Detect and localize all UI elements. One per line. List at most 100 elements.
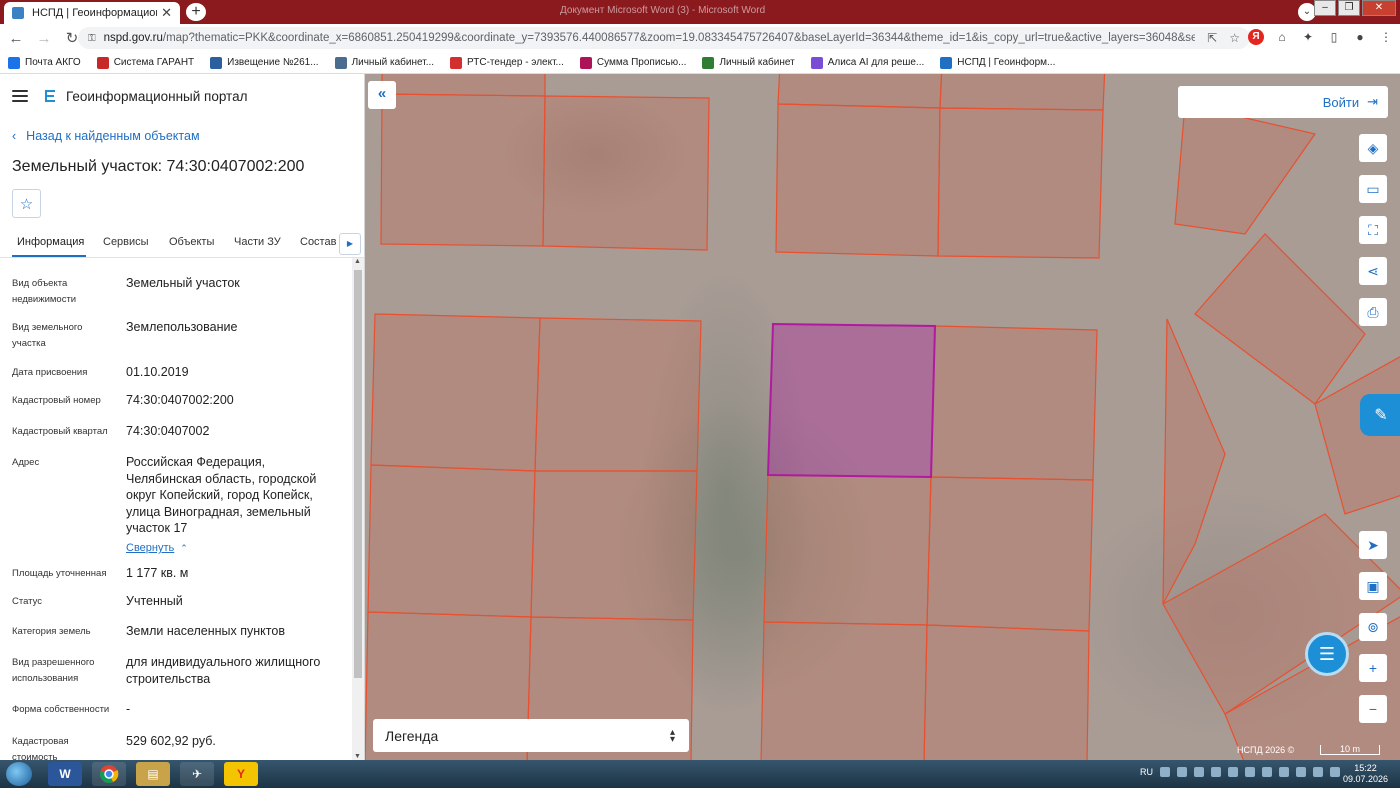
restore-button[interactable]: ❐ — [1338, 0, 1360, 16]
bookmark-item[interactable]: НСПД | Геоинформ... — [940, 56, 1055, 69]
yandex-extension-icon[interactable]: Я — [1248, 29, 1264, 45]
field-value: Земли населенных пунктов — [126, 624, 285, 638]
parcel-polygon — [939, 74, 1106, 111]
ruler-icon: ▭ — [1366, 180, 1380, 197]
forward-icon[interactable]: → — [32, 30, 56, 47]
window-close-button[interactable]: ✕ — [1362, 0, 1396, 16]
home-icon[interactable]: ⌂ — [1274, 29, 1290, 45]
parcel-polygon — [775, 103, 941, 257]
menu-icon[interactable] — [12, 90, 28, 102]
chat-button[interactable]: ☰ — [1305, 632, 1349, 676]
tray-icon[interactable] — [1245, 767, 1255, 777]
tray-icon[interactable] — [1228, 767, 1238, 777]
tray-icon[interactable] — [1279, 767, 1289, 777]
panel-scrollbar[interactable]: ▲ ▼ — [352, 258, 364, 760]
explorer-taskbar-icon[interactable]: ▤ — [136, 762, 170, 786]
tab-objects[interactable]: Объекты — [169, 236, 214, 248]
zoom-in-button[interactable]: + — [1359, 654, 1387, 682]
basemap-button[interactable]: ▣ — [1359, 572, 1387, 600]
browser-toolbar: ← → ↻ ⚿ nspd.gov.ru/map?thematic=PKK&coo… — [0, 24, 1400, 52]
print-button[interactable]: ⎙ — [1359, 298, 1387, 326]
printer-icon: ⎙ — [1367, 303, 1379, 320]
bookmark-item[interactable]: Личный кабинет... — [334, 56, 434, 69]
tray-icon[interactable] — [1160, 767, 1170, 777]
share-page-icon[interactable]: ⇱ — [1207, 31, 1217, 45]
collapse-toggle[interactable]: Свернуть ⌃ — [126, 538, 188, 556]
collapse-panel-button[interactable]: « — [368, 81, 396, 109]
scroll-down-icon[interactable]: ▼ — [354, 753, 361, 760]
map-canvas[interactable]: « Войти ⇥ ◈ ▭ ⛶ ⋖ ⎙ ✎ ➤ ▣ ⊚ + − ☰ Легенд… — [365, 74, 1400, 760]
clock[interactable]: 15:22 09.07.2026 — [1343, 763, 1388, 785]
extensions-puzzle-icon[interactable]: ✦ — [1300, 29, 1316, 45]
field-value[interactable]: 74:30:0407002 — [126, 423, 340, 440]
address-bar[interactable]: ⚿ nspd.gov.ru/map?thematic=PKK&coordinat… — [78, 27, 1250, 49]
zoom-out-button[interactable]: − — [1359, 695, 1387, 723]
bookmark-star-icon[interactable]: ☆ — [1229, 31, 1240, 45]
tray-icon[interactable] — [1296, 767, 1306, 777]
tray-icon[interactable] — [1313, 767, 1323, 777]
back-icon[interactable]: ← — [4, 30, 28, 47]
bookmark-item[interactable]: Личный кабинет — [702, 56, 795, 69]
browser-tab[interactable]: НСПД | Геоинформационный п ✕ — [4, 2, 180, 24]
start-button[interactable] — [6, 762, 32, 786]
tab-parts[interactable]: Части ЗУ — [234, 236, 281, 248]
tab-services[interactable]: Сервисы — [103, 236, 149, 248]
measure-button[interactable]: ▭ — [1359, 175, 1387, 203]
word-taskbar-icon[interactable]: W — [48, 762, 82, 786]
parcel-polygon — [937, 107, 1104, 259]
site-info-icon[interactable]: ⚿ — [88, 33, 96, 44]
minimize-button[interactable]: – — [1314, 0, 1336, 16]
app-taskbar-icon[interactable]: ✈ — [180, 762, 214, 786]
layers-button[interactable]: ◈ — [1359, 134, 1387, 162]
field-label: Площадь уточненная — [12, 568, 107, 579]
parcel-polygon — [1174, 103, 1317, 235]
field-label: Кадастровый номер — [12, 395, 101, 406]
legend-label: Легенда — [385, 727, 439, 744]
bookmark-item[interactable]: Алиса AI для реше... — [810, 56, 924, 69]
search-on-map-button[interactable]: ⊚ — [1359, 613, 1387, 641]
locate-me-button[interactable]: ➤ — [1359, 531, 1387, 559]
tab-information[interactable]: Информация — [17, 236, 84, 248]
assistant-side-tab[interactable]: ✎ — [1360, 394, 1400, 436]
scroll-up-icon[interactable]: ▲ — [354, 258, 361, 265]
login-button[interactable]: Войти ⇥ — [1178, 86, 1388, 118]
browser-tab-title: НСПД | Геоинформационный п — [32, 7, 157, 19]
tabs-scroll-right-icon[interactable]: ▶ — [339, 233, 361, 255]
parcel-polygon — [930, 325, 1098, 481]
field-label: Вид разрешенного использования — [12, 657, 95, 684]
bookmark-label: Сумма Прописью... — [596, 57, 687, 68]
scrollbar-thumb[interactable] — [354, 270, 362, 678]
legend-dropdown[interactable]: Легенда ▴ ▾ — [373, 719, 689, 752]
chrome-taskbar-icon[interactable] — [92, 762, 126, 786]
back-to-results-label: Назад к найденным объектам — [26, 129, 200, 143]
share-button[interactable]: ⋖ — [1359, 257, 1387, 285]
tray-icon[interactable] — [1177, 767, 1187, 777]
browser-menu-icon[interactable]: ⋮ — [1378, 29, 1394, 45]
yandex-taskbar-icon[interactable]: Y — [224, 762, 258, 786]
bookmark-item[interactable]: Система ГАРАНТ — [96, 56, 194, 69]
bookmark-item[interactable]: Извещение №261... — [210, 56, 319, 69]
tray-icon[interactable] — [1262, 767, 1272, 777]
field-value: 1 177 кв. м — [126, 566, 189, 580]
favorite-button[interactable]: ☆ — [12, 189, 41, 218]
side-panel-icon[interactable]: ▯ — [1326, 29, 1342, 45]
select-area-button[interactable]: ⛶ — [1359, 216, 1387, 244]
tray-icon[interactable] — [1330, 767, 1340, 777]
tray-icon[interactable] — [1211, 767, 1221, 777]
bookmark-item[interactable]: Почта АКГО — [8, 56, 81, 69]
tab-composition[interactable]: Состав — [300, 236, 336, 248]
collapse-link[interactable]: Свернуть — [126, 542, 174, 554]
bookmark-item[interactable]: РТС-тендер - элект... — [450, 56, 564, 69]
new-tab-button[interactable]: + — [186, 3, 206, 21]
map-search-icon: ⊚ — [1367, 618, 1379, 635]
language-indicator[interactable]: RU — [1140, 767, 1153, 777]
profile-avatar-icon[interactable]: ● — [1352, 29, 1368, 45]
chrome-icon — [100, 765, 119, 783]
tray-icon[interactable] — [1194, 767, 1204, 777]
back-to-results-link[interactable]: ‹ Назад к найденным объектам — [12, 129, 200, 143]
field-value[interactable]: 74:30:0407002:200 — [126, 392, 340, 409]
field-value: 529 602,92 руб. — [126, 734, 216, 748]
bookmark-favicon-icon — [96, 56, 109, 69]
bookmark-item[interactable]: Сумма Прописью... — [579, 56, 687, 69]
close-tab-icon[interactable]: ✕ — [161, 5, 172, 21]
